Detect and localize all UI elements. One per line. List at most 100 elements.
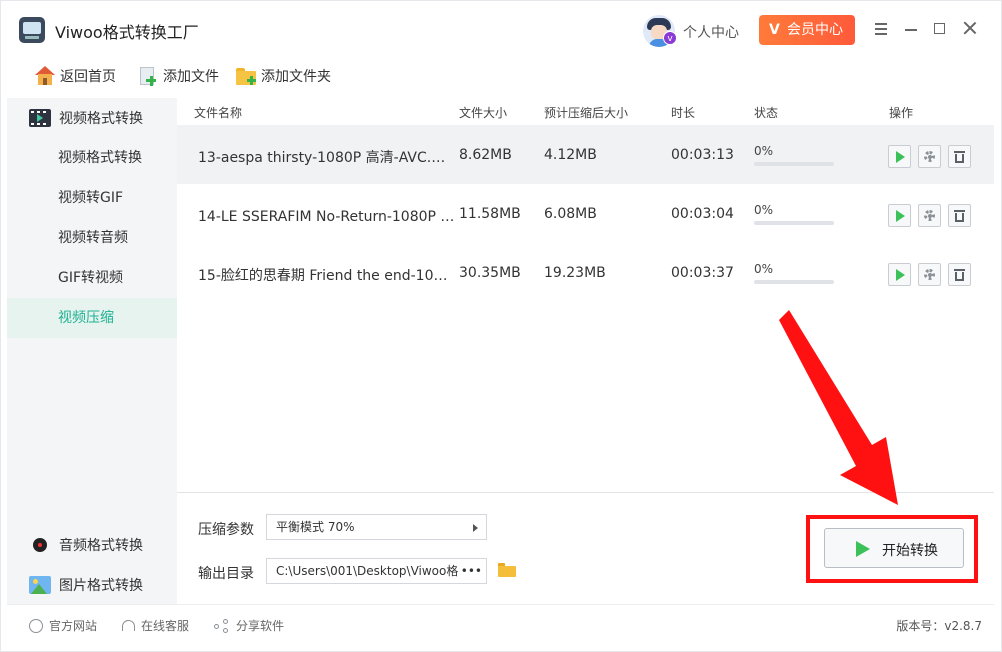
member-center-label: 会员中心 <box>787 22 843 38</box>
audio-disc-icon <box>33 538 47 552</box>
row-duration: 00:03:04 <box>671 206 734 222</box>
row-delete-button[interactable] <box>948 204 971 227</box>
home-label: 返回首页 <box>60 69 116 85</box>
member-center-button[interactable]: V 会员中心 <box>759 15 855 45</box>
table-header: 文件名称 文件大小 预计压缩后大小 时长 状态 操作 <box>177 98 994 124</box>
row-progress-bar <box>754 162 834 166</box>
table-row[interactable]: 15-脸红的思春期 Friend the end-1080... 30.35MB… <box>177 243 994 302</box>
sidebar-group-image[interactable]: 图片格式转换 <box>7 565 177 605</box>
row-progress-text: 0% <box>754 144 774 158</box>
vip-v-icon: V <box>769 22 780 38</box>
open-folder-icon[interactable] <box>498 563 516 577</box>
sidebar: 视频格式转换 视频格式转换 视频转GIF 视频转音频 GIF转视频 视频压缩 音… <box>7 98 177 604</box>
play-icon <box>896 269 905 281</box>
headset-icon <box>122 620 135 631</box>
header-compressed-size: 预计压缩后大小 <box>544 106 629 120</box>
add-folder-icon <box>235 66 257 86</box>
row-play-button[interactable] <box>888 263 911 286</box>
sidebar-item-gif-to-video[interactable]: GIF转视频 <box>7 258 177 298</box>
close-icon[interactable] <box>962 20 978 36</box>
table-row[interactable]: 13-aespa thirsty-1080P 高清-AVC.mp4 8.62MB… <box>177 125 994 184</box>
sidebar-item-video-convert[interactable]: 视频格式转换 <box>7 138 177 178</box>
app-logo-icon <box>19 17 45 43</box>
sidebar-group-video[interactable]: 视频格式转换 <box>7 98 177 138</box>
version-label: 版本号：v2.8.7 <box>896 619 982 633</box>
row-duration: 00:03:37 <box>671 265 734 281</box>
minimize-icon[interactable] <box>903 20 919 36</box>
compress-param-label: 压缩参数 <box>198 522 254 538</box>
sidebar-group-video-label: 视频格式转换 <box>59 111 143 127</box>
official-site-link[interactable]: 官方网站 <box>29 617 97 634</box>
start-convert-button[interactable]: 开始转换 <box>824 528 964 568</box>
menu-icon[interactable] <box>873 20 889 36</box>
output-dir-label: 输出目录 <box>198 566 254 582</box>
table-row[interactable]: 14-LE SSERAFIM No-Return-1080P 高... 11.5… <box>177 184 994 243</box>
row-file-name: 14-LE SSERAFIM No-Return-1080P 高... <box>198 209 456 225</box>
home-button[interactable]: 返回首页 <box>34 64 116 88</box>
header-duration: 时长 <box>671 106 696 120</box>
start-convert-label: 开始转换 <box>882 543 938 559</box>
share-software-label: 分享软件 <box>236 619 285 633</box>
trash-icon <box>954 269 965 271</box>
online-support-link[interactable]: 在线客服 <box>122 617 189 634</box>
add-folder-label: 添加文件夹 <box>261 69 331 85</box>
home-icon <box>34 66 56 86</box>
image-picture-icon <box>29 576 51 594</box>
row-progress-text: 0% <box>754 262 774 276</box>
row-compressed-size: 19.23MB <box>544 265 606 281</box>
row-duration: 00:03:13 <box>671 147 734 163</box>
sidebar-item-video-to-gif[interactable]: 视频转GIF <box>7 178 177 218</box>
row-play-button[interactable] <box>888 204 911 227</box>
row-settings-button[interactable] <box>918 145 941 168</box>
row-delete-button[interactable] <box>948 145 971 168</box>
toolbar: 返回首页 添加文件 添加文件夹 <box>0 58 1002 98</box>
maximize-icon[interactable] <box>932 20 948 36</box>
row-file-size: 11.58MB <box>459 206 521 222</box>
row-progress-text: 0% <box>754 203 774 217</box>
globe-icon <box>29 618 43 633</box>
video-film-icon <box>29 109 51 127</box>
sidebar-item-video-compress[interactable]: 视频压缩 <box>7 298 177 338</box>
output-dir-field[interactable]: C:\Users\001\Desktop\Viwoo格式 ••• <box>266 558 487 584</box>
share-software-link[interactable]: 分享软件 <box>214 617 284 634</box>
row-file-name: 13-aespa thirsty-1080P 高清-AVC.mp4 <box>198 150 456 166</box>
add-file-label: 添加文件 <box>163 69 219 85</box>
header-file-size: 文件大小 <box>459 106 508 120</box>
play-icon <box>896 210 905 222</box>
compress-param-value: 平衡模式 70% <box>276 520 355 534</box>
caret-right-icon <box>473 524 478 532</box>
play-icon <box>896 151 905 163</box>
output-dir-more: ••• <box>458 559 482 583</box>
user-center-link[interactable]: 个人中心 <box>683 22 739 42</box>
official-site-label: 官方网站 <box>49 619 98 633</box>
sidebar-group-audio-label: 音频格式转换 <box>59 538 143 554</box>
add-folder-button[interactable]: 添加文件夹 <box>235 64 331 88</box>
row-settings-button[interactable] <box>918 204 941 227</box>
vip-mark-icon: v <box>663 31 677 45</box>
row-compressed-size: 4.12MB <box>544 147 597 163</box>
row-file-size: 8.62MB <box>459 147 512 163</box>
header-actions: 操作 <box>889 106 914 120</box>
row-settings-button[interactable] <box>918 263 941 286</box>
add-file-button[interactable]: 添加文件 <box>137 64 219 88</box>
row-play-button[interactable] <box>888 145 911 168</box>
trash-icon <box>954 151 965 153</box>
row-file-name: 15-脸红的思春期 Friend the end-1080... <box>198 268 456 284</box>
row-progress-bar <box>754 280 834 284</box>
trash-icon <box>954 210 965 212</box>
output-dir-path: C:\Users\001\Desktop\Viwoo格式 <box>276 564 471 578</box>
row-file-size: 30.35MB <box>459 265 521 281</box>
sidebar-item-video-to-audio[interactable]: 视频转音频 <box>7 218 177 258</box>
title-bar: Viwoo格式转换工厂 v 个人中心 V 会员中心 <box>0 0 1002 58</box>
header-status: 状态 <box>754 106 779 120</box>
add-file-icon <box>137 66 159 86</box>
row-compressed-size: 6.08MB <box>544 206 597 222</box>
compress-param-select[interactable]: 平衡模式 70% <box>266 514 487 540</box>
share-icon <box>214 618 230 633</box>
sidebar-group-audio[interactable]: 音频格式转换 <box>7 525 177 565</box>
app-title: Viwoo格式转换工厂 <box>55 23 199 42</box>
play-icon <box>856 541 870 557</box>
row-delete-button[interactable] <box>948 263 971 286</box>
sidebar-group-image-label: 图片格式转换 <box>59 578 143 594</box>
row-progress-bar <box>754 221 834 225</box>
